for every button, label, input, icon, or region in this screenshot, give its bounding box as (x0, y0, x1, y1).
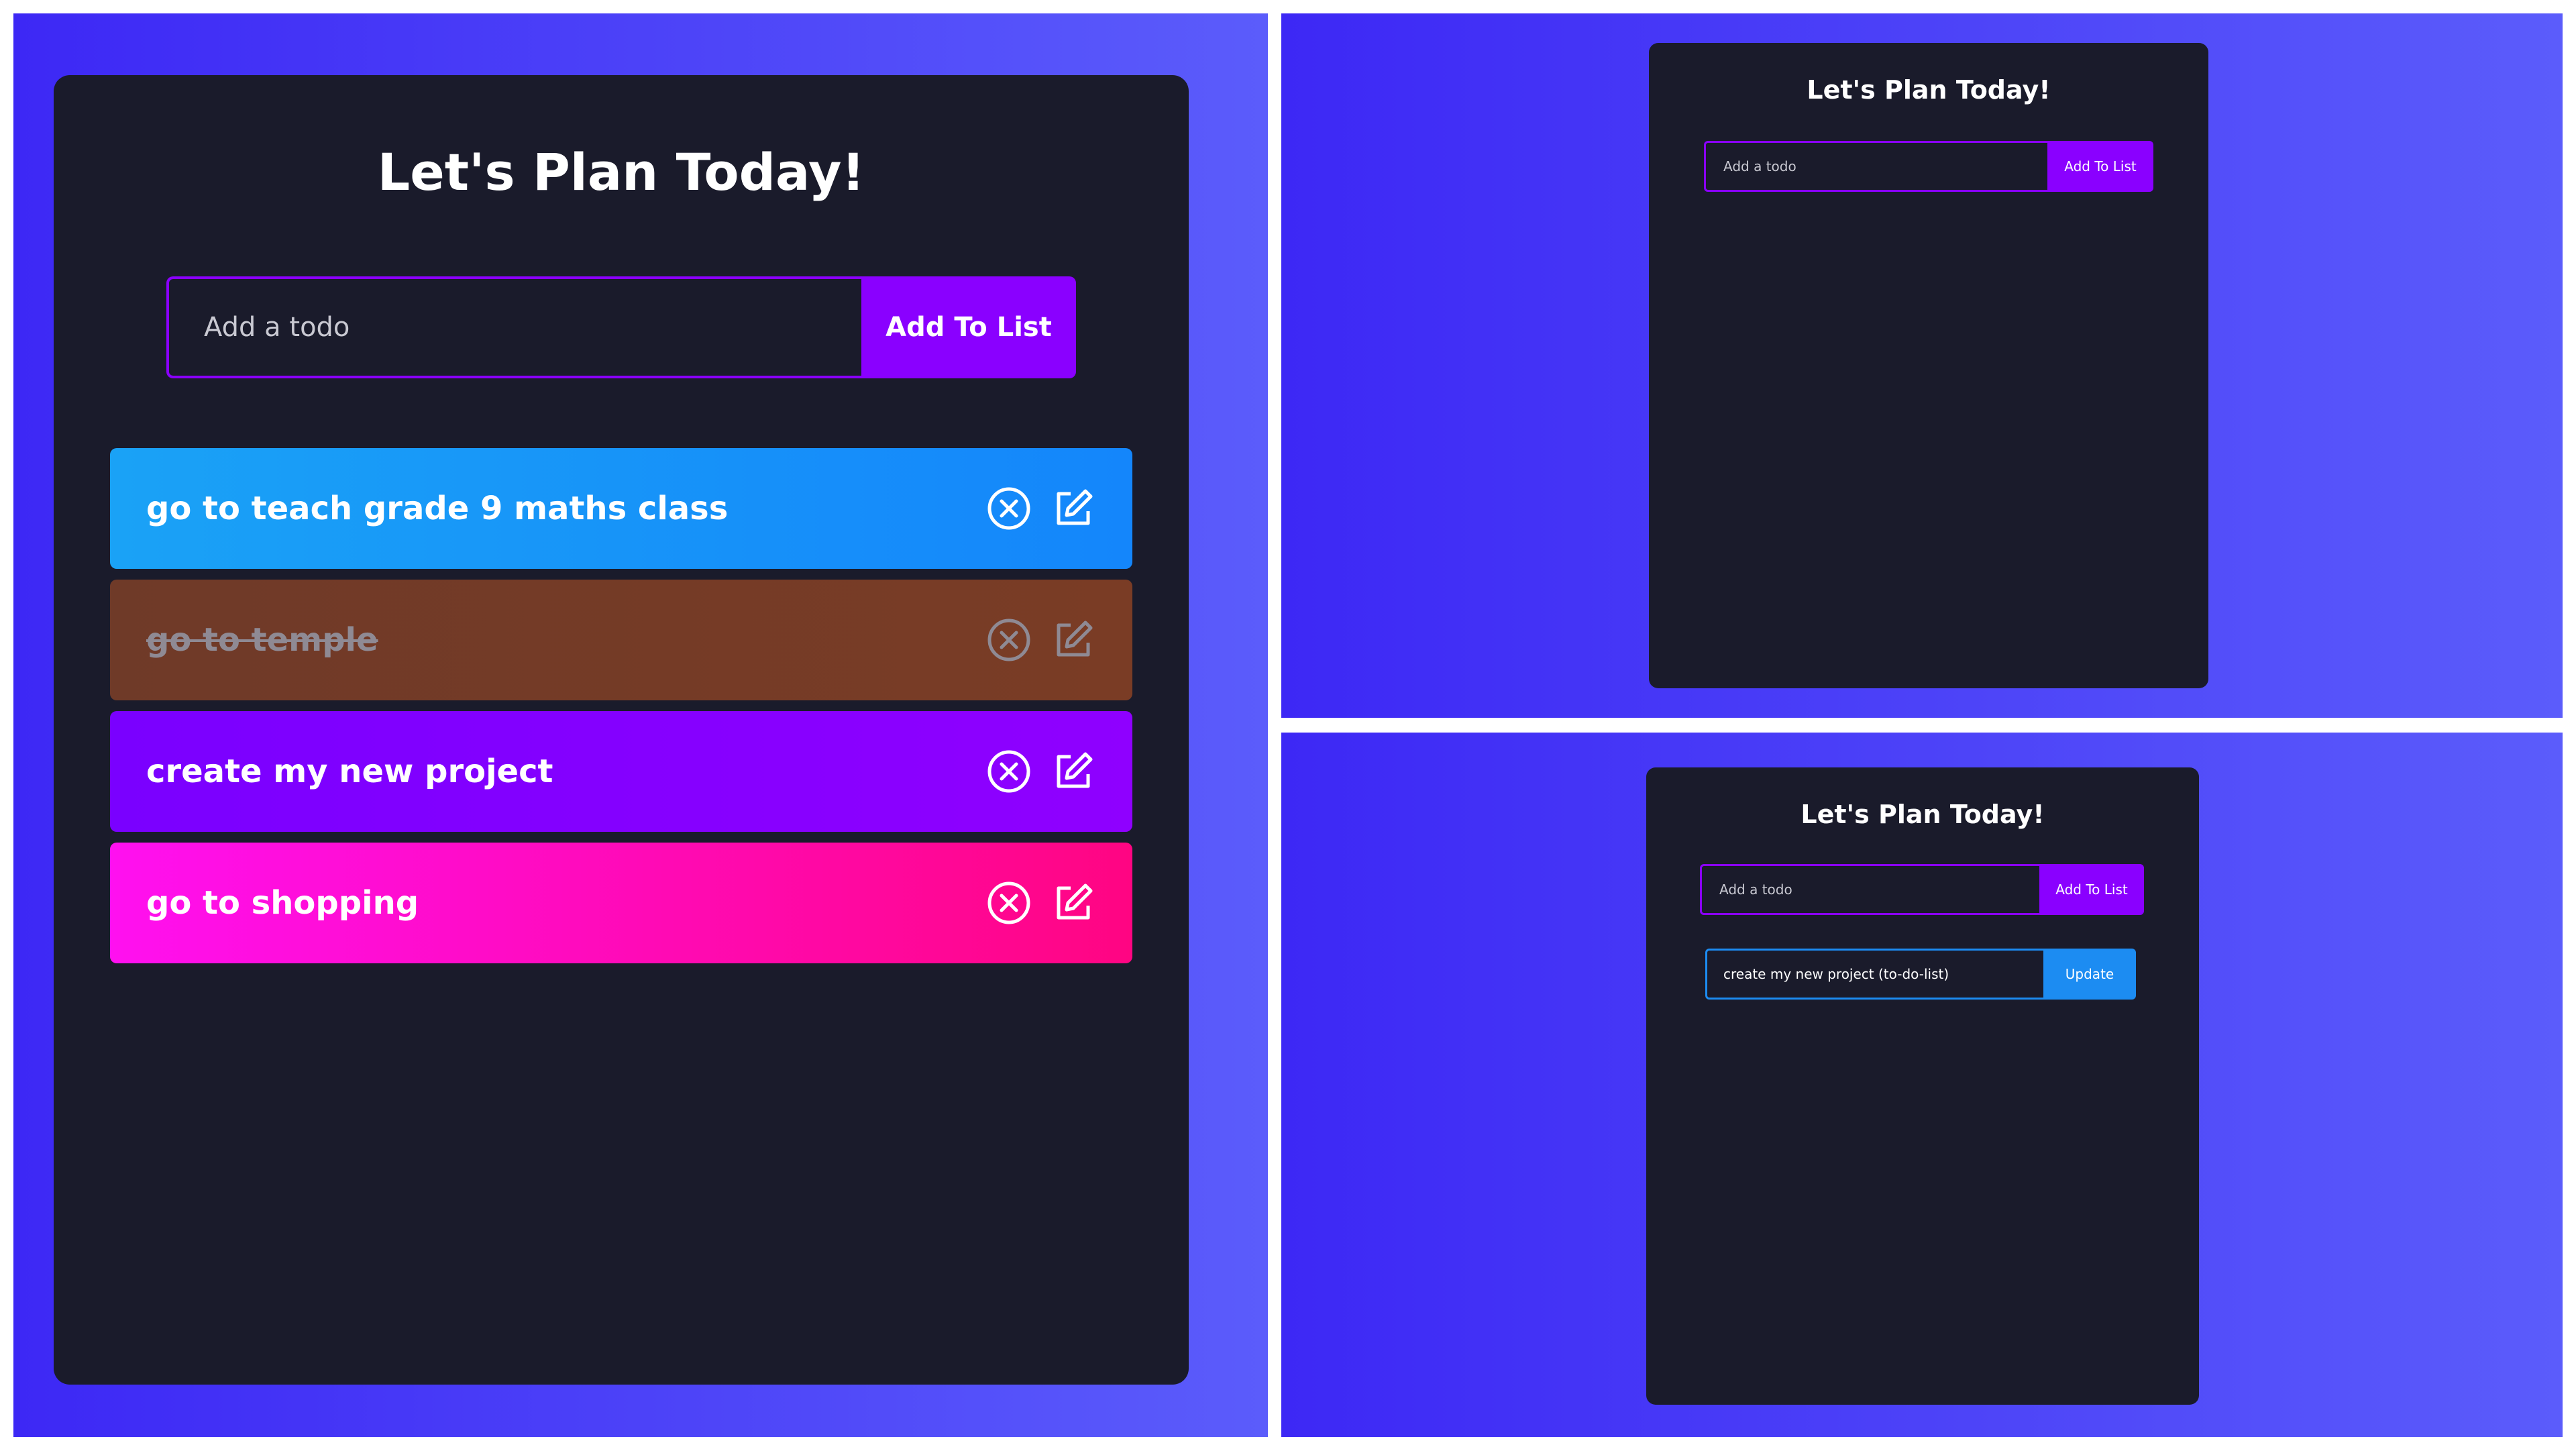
add-todo-form: Add To List (1700, 864, 2144, 915)
add-to-list-button[interactable]: Add To List (861, 276, 1076, 378)
todo-card: Let's Plan Today! Add To List (1649, 43, 2208, 688)
todo-item: go to teach grade 9 maths class (110, 448, 1132, 569)
add-to-list-button[interactable]: Add To List (2047, 141, 2153, 192)
page-title: Let's Plan Today! (1807, 75, 2051, 105)
add-todo-input[interactable] (166, 276, 861, 378)
todo-card: Let's Plan Today! Add To List go to teac… (54, 75, 1189, 1385)
edit-icon[interactable] (1051, 617, 1096, 663)
todo-item-text[interactable]: go to shopping (146, 884, 986, 922)
todo-item: go to shopping (110, 843, 1132, 963)
edit-icon[interactable] (1051, 486, 1096, 531)
edit-icon[interactable] (1051, 880, 1096, 926)
update-button[interactable]: Update (2043, 949, 2136, 1000)
todo-item-text[interactable]: go to temple (146, 621, 986, 659)
page-title: Let's Plan Today! (377, 142, 865, 202)
todo-item-text[interactable]: create my new project (146, 753, 986, 790)
add-todo-input[interactable] (1704, 141, 2047, 192)
edit-icon[interactable] (1051, 749, 1096, 794)
add-todo-form: Add To List (166, 276, 1076, 378)
edit-todo-form: Update (1705, 949, 2136, 1000)
edit-todo-input[interactable] (1705, 949, 2043, 1000)
close-circle-icon[interactable] (986, 486, 1032, 531)
main-screenshot-panel: Let's Plan Today! Add To List go to teac… (13, 13, 1268, 1437)
add-todo-input[interactable] (1700, 864, 2039, 915)
todo-item-text[interactable]: go to teach grade 9 maths class (146, 490, 986, 527)
add-todo-form: Add To List (1704, 141, 2153, 192)
close-circle-icon[interactable] (986, 749, 1032, 794)
todo-list: go to teach grade 9 maths class go to te… (110, 448, 1132, 974)
todo-item: go to temple (110, 580, 1132, 700)
todo-card: Let's Plan Today! Add To List Update (1646, 767, 2199, 1405)
todo-item: create my new project (110, 711, 1132, 832)
close-circle-icon[interactable] (986, 880, 1032, 926)
empty-state-panel: Let's Plan Today! Add To List (1281, 13, 2563, 718)
edit-state-panel: Let's Plan Today! Add To List Update (1281, 733, 2563, 1437)
add-to-list-button[interactable]: Add To List (2039, 864, 2144, 915)
close-circle-icon[interactable] (986, 617, 1032, 663)
page-title: Let's Plan Today! (1801, 800, 2045, 829)
